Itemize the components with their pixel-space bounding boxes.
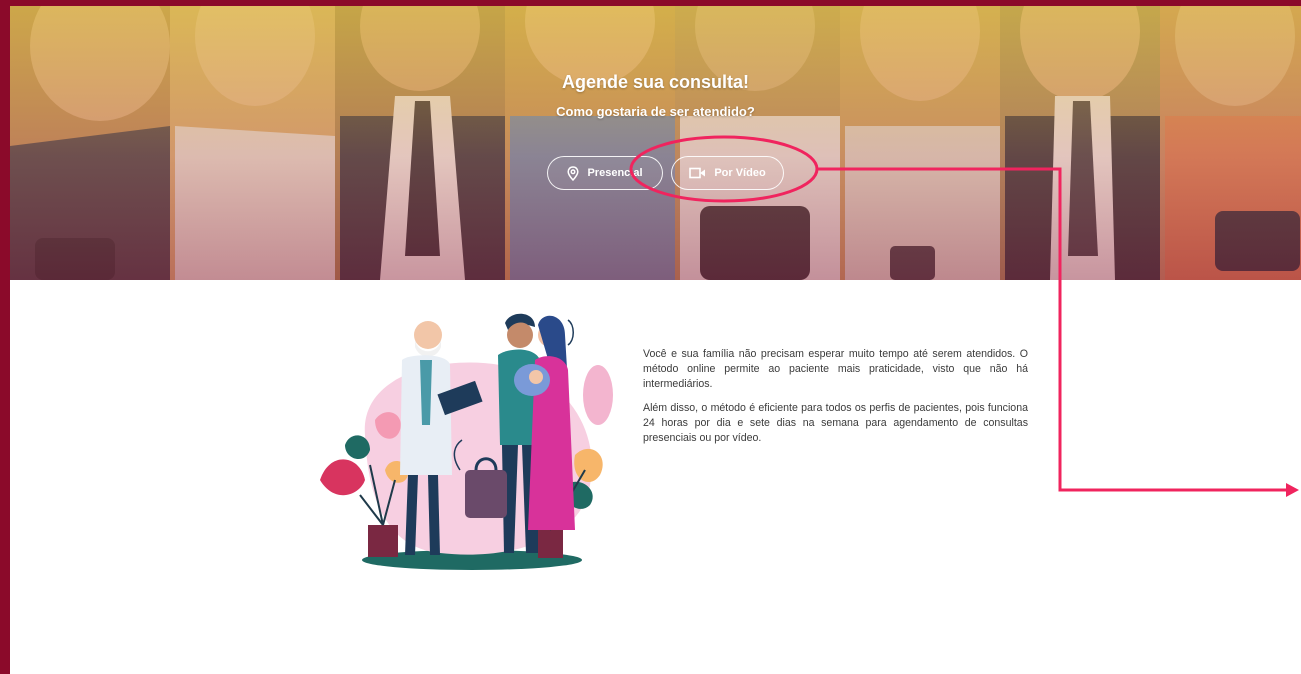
- description-paragraph: Além disso, o método é eficiente para to…: [643, 402, 1028, 444]
- video-button[interactable]: Por Vídeo: [671, 156, 784, 190]
- annotation-arrowhead: [1286, 483, 1299, 497]
- video-camera-icon: [689, 167, 706, 179]
- description-paragraph: Você e sua família não precisam esperar …: [643, 348, 1028, 390]
- doctor-family-illustration: [320, 313, 613, 570]
- video-button-label: Por Vídeo: [714, 167, 766, 179]
- description: Você e sua família não precisam esperar …: [643, 347, 1028, 455]
- frame-border-left: [0, 0, 10, 674]
- page-title: Agende sua consulta!: [561, 72, 750, 92]
- page-subtitle: Como gostaria de ser atendido?: [556, 104, 755, 119]
- presencial-button[interactable]: Presencial: [547, 156, 663, 190]
- page: Agende sua consulta! Como gostaria de se…: [0, 0, 1301, 674]
- hero-color-overlay: [10, 6, 1301, 280]
- map-pin-icon: [567, 165, 580, 181]
- presencial-button-label: Presencial: [587, 167, 643, 179]
- hero-banner: Agende sua consulta! Como gostaria de se…: [10, 6, 1301, 280]
